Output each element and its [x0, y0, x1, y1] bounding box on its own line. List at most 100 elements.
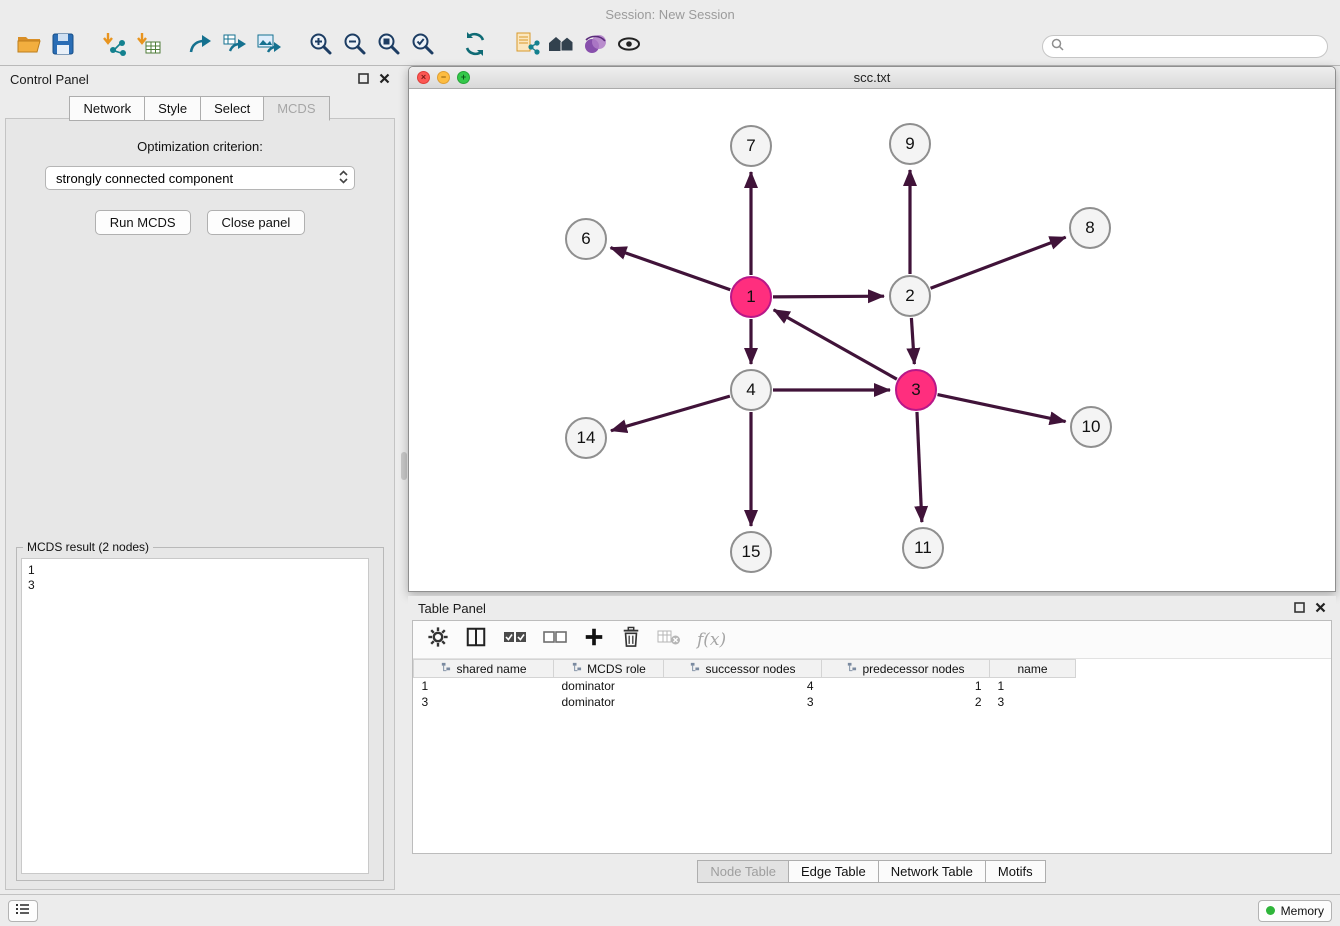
cell-predecessor-nodes[interactable]: 2 [822, 694, 990, 710]
column-type-icon [846, 662, 857, 676]
column-header-successor-nodes[interactable]: successor nodes [664, 660, 822, 678]
function-builder-button[interactable]: f(x) [697, 630, 726, 650]
add-column-icon[interactable] [583, 626, 605, 653]
graph-edge-4-14[interactable] [611, 396, 730, 431]
graph-node-7[interactable]: 7 [730, 125, 772, 167]
mcds-result-box[interactable]: 1 3 [21, 558, 369, 874]
zoom-fit-icon [376, 31, 402, 62]
network-file-button[interactable] [510, 31, 544, 63]
mcds-result-title: MCDS result (2 nodes) [23, 540, 153, 554]
delete-table-icon[interactable] [657, 627, 681, 652]
table-options-gear-icon[interactable] [427, 626, 449, 653]
zoom-in-button[interactable] [304, 31, 338, 63]
run-mcds-button[interactable]: Run MCDS [95, 210, 191, 235]
network-window-titlebar[interactable]: × − + scc.txt [409, 67, 1335, 89]
close-panel-button[interactable]: Close panel [207, 210, 306, 235]
export-image-button[interactable] [252, 31, 286, 63]
zoom-selected-button[interactable] [406, 31, 440, 63]
close-window-icon[interactable]: × [417, 71, 430, 84]
column-header-mcds-role[interactable]: MCDS role [554, 660, 664, 678]
graph-node-15[interactable]: 15 [730, 531, 772, 573]
style-venn-button[interactable] [578, 31, 612, 63]
home-button[interactable] [544, 31, 578, 63]
tab-edge-table[interactable]: Edge Table [788, 860, 879, 883]
dropdown-stepper-icon [339, 170, 348, 187]
graph-edges-layer [409, 89, 1335, 591]
column-header-shared-name[interactable]: shared name [414, 660, 554, 678]
float-table-panel-icon[interactable] [1294, 601, 1305, 616]
cell-name[interactable]: 1 [990, 678, 1076, 694]
maximize-window-icon[interactable]: + [457, 71, 470, 84]
zoom-fit-button[interactable] [372, 31, 406, 63]
tab-network[interactable]: Network [69, 96, 145, 121]
minimize-window-icon[interactable]: − [437, 71, 450, 84]
graph-node-11[interactable]: 11 [902, 527, 944, 569]
tab-node-table[interactable]: Node Table [697, 860, 789, 883]
cell-predecessor-nodes[interactable]: 1 [822, 678, 990, 694]
save-session-button[interactable] [46, 31, 80, 63]
table-row[interactable]: 3 dominator 3 2 3 [414, 694, 1076, 710]
import-table-button[interactable] [132, 31, 166, 63]
graph-edge-3-10[interactable] [938, 395, 1066, 422]
graph-node-14[interactable]: 14 [565, 417, 607, 459]
show-columns-icon[interactable] [465, 626, 487, 653]
graph-node-10[interactable]: 10 [1070, 406, 1112, 448]
network-canvas[interactable]: 7 9 6 8 1 2 4 3 14 10 15 11 [409, 89, 1335, 591]
show-details-button[interactable] [612, 31, 646, 63]
float-panel-icon[interactable] [358, 72, 369, 87]
cell-mcds-role[interactable]: dominator [554, 694, 664, 710]
tab-style[interactable]: Style [144, 96, 201, 121]
column-header-name[interactable]: name [990, 660, 1076, 678]
import-network-button[interactable] [98, 31, 132, 63]
column-header-predecessor-nodes[interactable]: predecessor nodes [822, 660, 990, 678]
tab-mcds[interactable]: MCDS [263, 96, 329, 121]
panel-splitter[interactable] [400, 66, 408, 894]
cell-shared-name[interactable]: 3 [414, 694, 554, 710]
table-panel-header: Table Panel [408, 596, 1336, 620]
cell-name[interactable]: 3 [990, 694, 1076, 710]
graph-node-2[interactable]: 2 [889, 275, 931, 317]
criterion-dropdown[interactable]: strongly connected component [45, 166, 355, 190]
graph-node-8[interactable]: 8 [1069, 207, 1111, 249]
select-all-icon[interactable] [503, 628, 527, 651]
graph-edge-2-3[interactable] [911, 318, 914, 364]
refresh-button[interactable] [458, 31, 492, 63]
graph-node-4[interactable]: 4 [730, 369, 772, 411]
export-network-button[interactable] [184, 31, 218, 63]
tab-motifs[interactable]: Motifs [985, 860, 1046, 883]
tab-network-table[interactable]: Network Table [878, 860, 986, 883]
graph-edge-3-11[interactable] [917, 412, 922, 522]
export-table-button[interactable] [218, 31, 252, 63]
zoom-out-button[interactable] [338, 31, 372, 63]
graph-node-3[interactable]: 3 [895, 369, 937, 411]
close-table-panel-icon[interactable] [1315, 601, 1326, 616]
cell-successor-nodes[interactable]: 4 [664, 678, 822, 694]
graph-edge-1-6[interactable] [611, 248, 731, 290]
close-panel-icon[interactable] [379, 72, 390, 87]
graph-edge-3-1[interactable] [774, 310, 897, 379]
task-history-button[interactable] [8, 900, 38, 922]
deselect-all-icon[interactable] [543, 628, 567, 651]
delete-column-icon[interactable] [621, 626, 641, 653]
control-panel-header: Control Panel [0, 66, 400, 92]
graph-node-1[interactable]: 1 [730, 276, 772, 318]
table-panel-tabs: Node Table Edge Table Network Table Moti… [408, 860, 1336, 883]
eye-icon [616, 31, 642, 62]
cell-successor-nodes[interactable]: 3 [664, 694, 822, 710]
table-row[interactable]: 1 dominator 4 1 1 [414, 678, 1076, 694]
tab-select[interactable]: Select [200, 96, 264, 121]
splitter-thumb[interactable] [401, 452, 407, 480]
control-panel-title: Control Panel [10, 72, 89, 87]
graph-edge-2-8[interactable] [931, 237, 1066, 288]
graph-edge-1-2[interactable] [773, 296, 884, 297]
cell-shared-name[interactable]: 1 [414, 678, 554, 694]
graph-node-6[interactable]: 6 [565, 218, 607, 260]
search-box[interactable] [1042, 35, 1328, 58]
graph-node-9[interactable]: 9 [889, 123, 931, 165]
open-session-button[interactable] [12, 31, 46, 63]
search-input[interactable] [1069, 40, 1319, 54]
memory-button[interactable]: Memory [1258, 900, 1332, 922]
cell-mcds-role[interactable]: dominator [554, 678, 664, 694]
export-table-icon [222, 31, 248, 62]
window-titlebar: Session: New Session [0, 0, 1340, 28]
